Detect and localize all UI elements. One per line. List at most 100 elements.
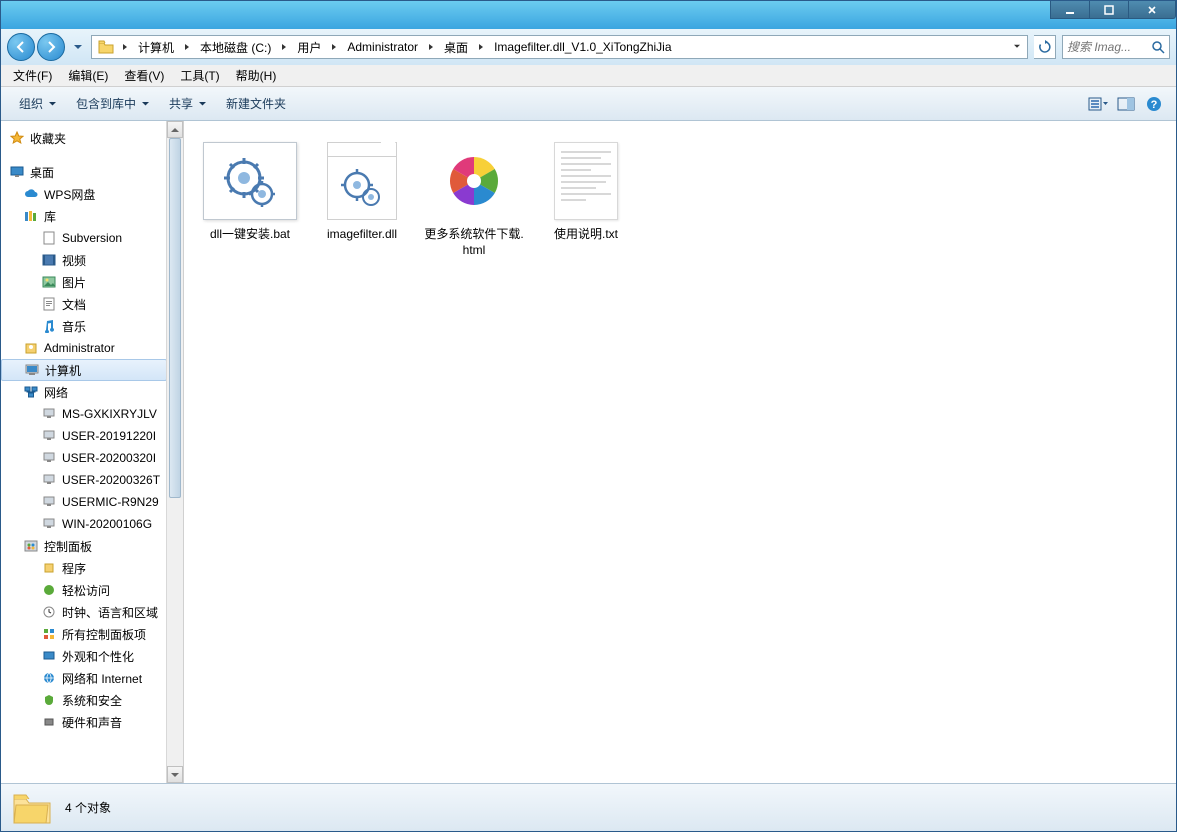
scroll-thumb[interactable] xyxy=(169,138,181,498)
sidebar-label: Subversion xyxy=(62,231,122,245)
view-options-button[interactable] xyxy=(1084,91,1112,117)
sidebar-label: 轻松访问 xyxy=(62,582,110,599)
menu-help[interactable]: 帮助(H) xyxy=(228,65,285,86)
sidebar-label: 桌面 xyxy=(30,164,54,181)
breadcrumb-seg[interactable]: 计算机 xyxy=(132,36,180,58)
sidebar-cp-item[interactable]: 网络和 Internet xyxy=(1,667,167,689)
sidebar-cp-item[interactable]: 硬件和声音 xyxy=(1,711,167,733)
address-bar[interactable]: 计算机 本地磁盘 (C:) 用户 Administrator 桌面 Imagef… xyxy=(91,35,1028,59)
breadcrumb-seg[interactable]: 本地磁盘 (C:) xyxy=(194,36,277,58)
sidebar-network[interactable]: 网络 xyxy=(1,381,167,403)
sidebar-label: 外观和个性化 xyxy=(62,648,134,665)
sidebar-label: USER-20200320I xyxy=(62,451,156,465)
document-icon xyxy=(41,296,57,312)
pc-icon xyxy=(41,406,57,422)
sidebar-label: 网络和 Internet xyxy=(62,670,142,687)
file-thumb-txt xyxy=(538,141,634,221)
share-button[interactable]: 共享 xyxy=(159,91,216,117)
breadcrumb-seg[interactable]: 用户 xyxy=(291,36,327,58)
file-item[interactable]: dll一键安装.bat xyxy=(194,137,306,262)
sidebar-lib-item[interactable]: 视频 xyxy=(1,249,167,271)
sidebar-favorites[interactable]: 收藏夹 xyxy=(1,127,167,149)
sidebar-wps[interactable]: WPS网盘 xyxy=(1,183,167,205)
sidebar-net-item[interactable]: WIN-20200106G xyxy=(1,513,167,535)
scroll-down-icon[interactable] xyxy=(167,766,183,783)
sidebar-net-item[interactable]: MS-GXKIXRYJLV xyxy=(1,403,167,425)
sidebar-lib-item[interactable]: 文档 xyxy=(1,293,167,315)
address-dropdown[interactable] xyxy=(1007,36,1025,58)
network-icon xyxy=(23,384,39,400)
sidebar-label: WPS网盘 xyxy=(44,186,95,203)
breadcrumb-seg[interactable]: Imagefilter.dll_V1.0_XiTongZhiJia xyxy=(488,36,677,58)
sidebar-cp-item[interactable]: 轻松访问 xyxy=(1,579,167,601)
maximize-button[interactable] xyxy=(1089,1,1129,19)
search-input[interactable] xyxy=(1067,40,1151,54)
sidebar-admin[interactable]: Administrator xyxy=(1,337,167,359)
file-pane[interactable]: dll一键安装.bat xyxy=(184,121,1176,783)
breadcrumb-arrow-icon[interactable] xyxy=(327,36,341,58)
scroll-up-icon[interactable] xyxy=(167,121,183,138)
sidebar-net-item[interactable]: USERMIC-R9N29 xyxy=(1,491,167,513)
search-box[interactable] xyxy=(1062,35,1170,59)
sidebar-net-item[interactable]: USER-20200326T xyxy=(1,469,167,491)
preview-pane-button[interactable] xyxy=(1112,91,1140,117)
status-text: 4 个对象 xyxy=(65,799,111,816)
sidebar-scrollbar[interactable] xyxy=(166,121,183,783)
file-item[interactable]: 更多系统软件下载.html xyxy=(418,137,530,262)
sidebar-lib-item[interactable]: Subversion xyxy=(1,227,167,249)
breadcrumb-arrow-icon[interactable] xyxy=(180,36,194,58)
forward-button[interactable] xyxy=(37,33,65,61)
sidebar-label: 控制面板 xyxy=(44,538,92,555)
sidebar-cp-item[interactable]: 系统和安全 xyxy=(1,689,167,711)
sidebar-cp-item[interactable]: 时钟、语言和区域 xyxy=(1,601,167,623)
new-folder-button[interactable]: 新建文件夹 xyxy=(216,91,296,117)
file-item[interactable]: imagefilter.dll xyxy=(306,137,418,262)
file-thumb-html xyxy=(426,141,522,221)
sidebar-net-item[interactable]: USER-20191220I xyxy=(1,425,167,447)
breadcrumb-seg[interactable]: Administrator xyxy=(341,36,424,58)
breadcrumb-seg[interactable]: 桌面 xyxy=(438,36,474,58)
menu-edit[interactable]: 编辑(E) xyxy=(60,65,116,86)
pc-icon xyxy=(41,428,57,444)
help-button[interactable]: ? xyxy=(1140,91,1168,117)
video-icon xyxy=(41,252,57,268)
sidebar-label: 视频 xyxy=(62,252,86,269)
sidebar-label: 收藏夹 xyxy=(30,130,66,147)
sidebar-desktop[interactable]: 桌面 xyxy=(1,161,167,183)
file-grid: dll一键安装.bat xyxy=(194,137,1166,262)
breadcrumb-arrow-icon[interactable] xyxy=(474,36,488,58)
menu-tools[interactable]: 工具(T) xyxy=(172,65,227,86)
sidebar-label: USER-20191220I xyxy=(62,429,156,443)
sidebar-cp-item[interactable]: 外观和个性化 xyxy=(1,645,167,667)
menu-file[interactable]: 文件(F) xyxy=(5,65,60,86)
breadcrumb-arrow-icon[interactable] xyxy=(118,36,132,58)
close-button[interactable] xyxy=(1128,1,1176,19)
sidebar-lib-item[interactable]: 音乐 xyxy=(1,315,167,337)
sidebar-label: 库 xyxy=(44,208,56,225)
breadcrumb-arrow-icon[interactable] xyxy=(424,36,438,58)
sidebar-control-panel[interactable]: 控制面板 xyxy=(1,535,167,557)
sidebar-computer[interactable]: 计算机 xyxy=(1,359,167,381)
navbar: 计算机 本地磁盘 (C:) 用户 Administrator 桌面 Imagef… xyxy=(1,29,1176,65)
include-in-library-button[interactable]: 包含到库中 xyxy=(66,91,159,117)
sidebar-cp-item[interactable]: 所有控制面板项 xyxy=(1,623,167,645)
pc-icon xyxy=(41,450,57,466)
minimize-button[interactable] xyxy=(1050,1,1090,19)
refresh-button[interactable] xyxy=(1034,35,1056,59)
nav-history-dropdown[interactable] xyxy=(71,33,85,61)
file-item[interactable]: 使用说明.txt xyxy=(530,137,642,262)
sidebar-cp-item[interactable]: 程序 xyxy=(1,557,167,579)
desktop-icon xyxy=(9,164,25,180)
sidebar-net-item[interactable]: USER-20200320I xyxy=(1,447,167,469)
folder-icon xyxy=(98,39,114,55)
breadcrumb-arrow-icon[interactable] xyxy=(277,36,291,58)
organize-button[interactable]: 组织 xyxy=(9,91,66,117)
scroll-track[interactable] xyxy=(167,138,183,766)
sidebar-lib-item[interactable]: 图片 xyxy=(1,271,167,293)
search-icon[interactable] xyxy=(1151,40,1165,54)
menu-view[interactable]: 查看(V) xyxy=(116,65,172,86)
back-button[interactable] xyxy=(7,33,35,61)
sidebar-label: 网络 xyxy=(44,384,68,401)
sidebar-libraries[interactable]: 库 xyxy=(1,205,167,227)
nav-arrows xyxy=(7,33,65,61)
